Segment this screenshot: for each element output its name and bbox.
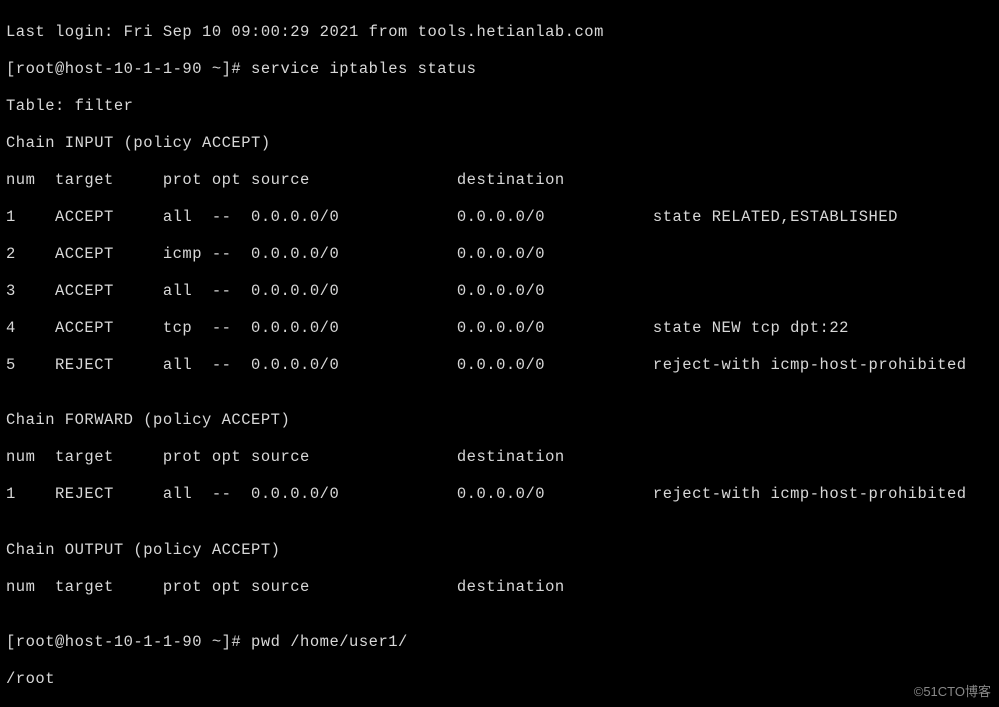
iptables-rule: 3 ACCEPT all -- 0.0.0.0/0 0.0.0.0/0 bbox=[6, 282, 993, 301]
table-header: Table: filter bbox=[6, 97, 993, 116]
iptables-rule: 1 ACCEPT all -- 0.0.0.0/0 0.0.0.0/0 stat… bbox=[6, 208, 993, 227]
watermark: ©51CTO博客 bbox=[914, 683, 991, 702]
prompt-line: [root@host-10-1-1-90 ~]# pwd /home/user1… bbox=[6, 633, 993, 652]
chain-forward-header: Chain FORWARD (policy ACCEPT) bbox=[6, 411, 993, 430]
columns-header: num target prot opt source destination bbox=[6, 448, 993, 467]
iptables-rule: 5 REJECT all -- 0.0.0.0/0 0.0.0.0/0 reje… bbox=[6, 356, 993, 375]
prompt-line: [root@host-10-1-1-90 ~]# service iptable… bbox=[6, 60, 993, 79]
iptables-rule: 4 ACCEPT tcp -- 0.0.0.0/0 0.0.0.0/0 stat… bbox=[6, 319, 993, 338]
chain-output-header: Chain OUTPUT (policy ACCEPT) bbox=[6, 541, 993, 560]
iptables-rule: 2 ACCEPT icmp -- 0.0.0.0/0 0.0.0.0/0 bbox=[6, 245, 993, 264]
chain-input-header: Chain INPUT (policy ACCEPT) bbox=[6, 134, 993, 153]
pwd-output: /root bbox=[6, 670, 993, 689]
columns-header: num target prot opt source destination bbox=[6, 578, 993, 597]
terminal-output[interactable]: Last login: Fri Sep 10 09:00:29 2021 fro… bbox=[0, 0, 999, 707]
iptables-rule: 1 REJECT all -- 0.0.0.0/0 0.0.0.0/0 reje… bbox=[6, 485, 993, 504]
last-login: Last login: Fri Sep 10 09:00:29 2021 fro… bbox=[6, 23, 993, 42]
columns-header: num target prot opt source destination bbox=[6, 171, 993, 190]
